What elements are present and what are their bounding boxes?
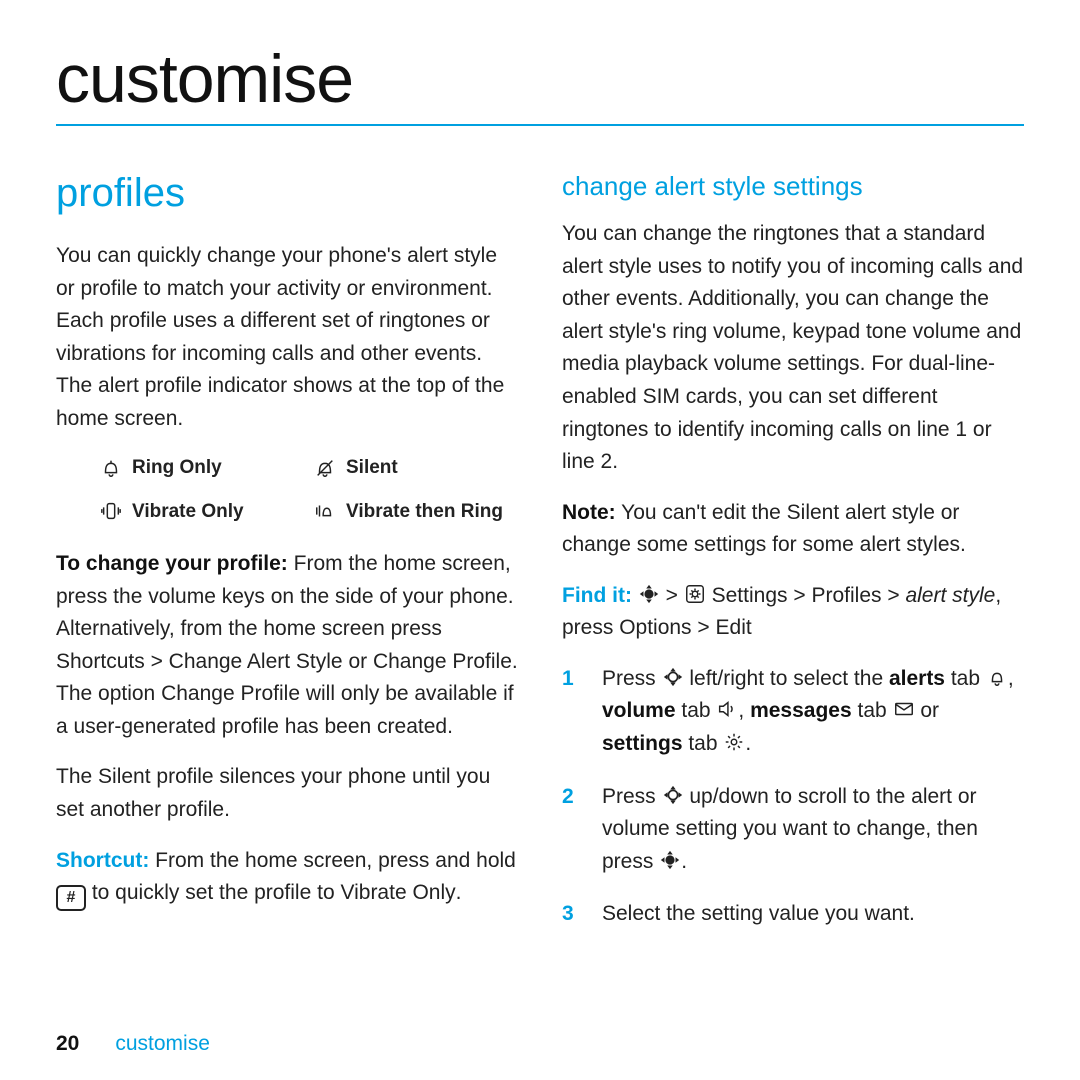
nav-ring-icon <box>662 666 684 688</box>
to-change-profile-para: To change your profile: From the home sc… <box>56 548 518 743</box>
hash-key-icon: # <box>56 885 86 911</box>
nav-center-icon <box>659 849 681 871</box>
vibrate-icon <box>100 500 122 522</box>
manual-page: customise profiles You can quickly chang… <box>0 0 1080 1080</box>
vibrate-then-ring-label: Vibrate then Ring <box>346 497 503 526</box>
left-column: profiles You can quickly change your pho… <box>56 162 518 1024</box>
steps-list: 1 Press left/right to select the alerts … <box>562 663 1024 931</box>
profile-vibrate-then-ring: Vibrate then Ring <box>314 497 518 526</box>
page-number: 20 <box>56 1032 79 1056</box>
to-change-label: To change your profile: <box>56 552 288 575</box>
step-1: 1 Press left/right to select the alerts … <box>562 663 1024 761</box>
bell-slash-icon <box>314 457 336 479</box>
settings-app-icon <box>684 583 706 605</box>
bell-small-icon <box>986 666 1008 688</box>
profile-silent: Silent <box>314 453 518 482</box>
step-3-text: Select the setting value you want. <box>602 898 915 931</box>
nav-ring-icon <box>662 784 684 806</box>
envelope-icon <box>893 698 915 720</box>
right-column: change alert style settings You can chan… <box>562 162 1024 1024</box>
speaker-icon <box>716 698 738 720</box>
profiles-intro: You can quickly change your phone's aler… <box>56 240 518 435</box>
profiles-table: Ring Only Silent <box>100 453 518 526</box>
step-1-text: Press left/right to select the alerts ta… <box>602 663 1024 761</box>
shortcut-para: Shortcut: From the home screen, press an… <box>56 845 518 912</box>
silent-profile-para: The Silent profile silences your phone u… <box>56 761 518 826</box>
find-it-para: Find it: > Settings > Profiles > alert s… <box>562 580 1024 645</box>
step-2: 2 Press up/down to scroll to the alert o… <box>562 781 1024 879</box>
change-alert-heading: change alert style settings <box>562 166 1024 206</box>
vibrate-ring-icon <box>314 500 336 522</box>
step-3: 3 Select the setting value you want. <box>562 898 1024 931</box>
content-columns: profiles You can quickly change your pho… <box>56 162 1024 1024</box>
note-para: Note: You can't edit the Silent alert st… <box>562 497 1024 562</box>
page-title: customise <box>56 40 1024 118</box>
step-2-text: Press up/down to scroll to the alert or … <box>602 781 1024 879</box>
title-rule <box>56 124 1024 126</box>
note-label: Note: <box>562 501 616 524</box>
profiles-heading: profiles <box>56 162 518 224</box>
change-alert-intro: You can change the ringtones that a stan… <box>562 218 1024 478</box>
silent-label: Silent <box>346 453 398 482</box>
page-footer: 20 customise <box>56 1032 1024 1056</box>
bell-icon <box>100 457 122 479</box>
ring-only-label: Ring Only <box>132 453 222 482</box>
profile-vibrate-only: Vibrate Only <box>100 497 304 526</box>
gear-icon <box>723 731 745 753</box>
profile-ring-only: Ring Only <box>100 453 304 482</box>
shortcut-label: Shortcut: <box>56 849 149 872</box>
find-it-label: Find it: <box>562 584 632 607</box>
footer-section: customise <box>115 1032 210 1056</box>
nav-center-icon <box>638 583 660 605</box>
vibrate-only-label: Vibrate Only <box>132 497 244 526</box>
